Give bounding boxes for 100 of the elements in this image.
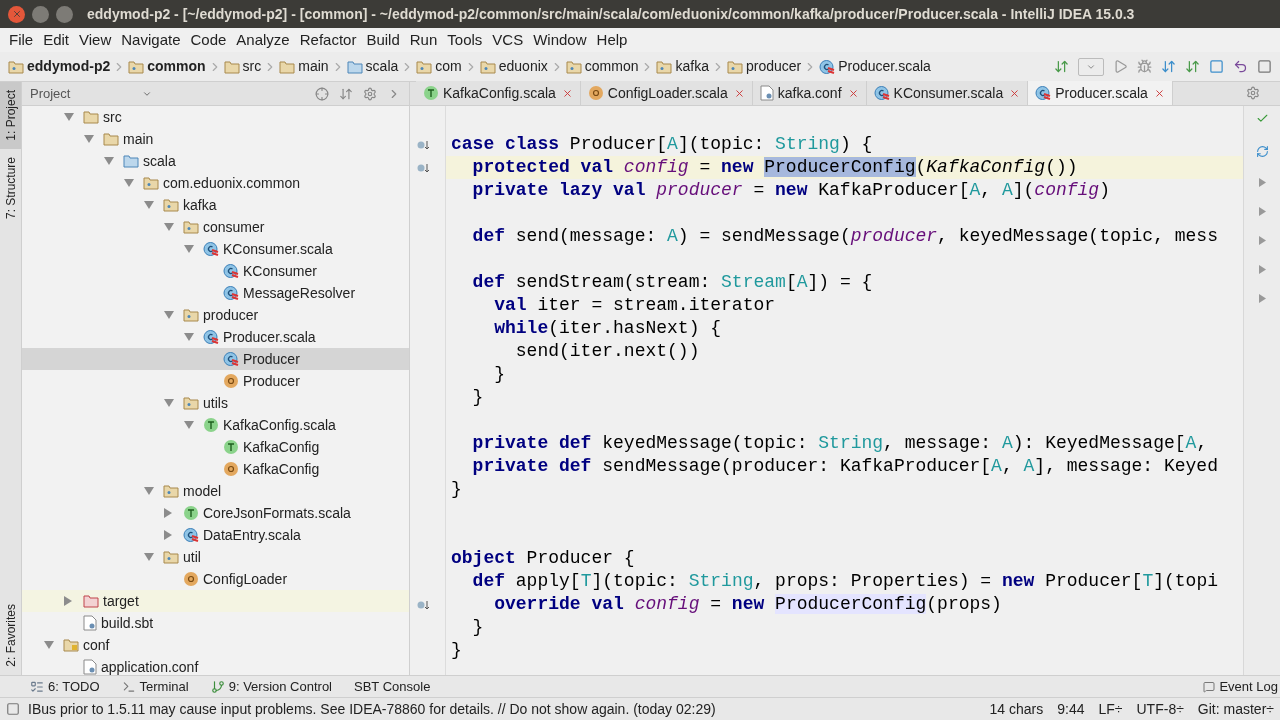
update-icon[interactable] xyxy=(1054,59,1069,74)
close-icon[interactable] xyxy=(847,87,859,99)
breadcrumb[interactable]: src xyxy=(223,56,262,77)
editor-tab[interactable]: ConfigLoader.scala xyxy=(580,81,753,105)
debug-icon[interactable] xyxy=(1137,59,1152,74)
tree-item[interactable]: target xyxy=(22,590,409,612)
expanded-arrow-icon[interactable] xyxy=(104,157,114,165)
close-button[interactable] xyxy=(8,5,25,23)
menu-item[interactable]: Run xyxy=(404,28,443,52)
tree-item[interactable]: Producer.scala xyxy=(22,326,409,348)
status-icon[interactable] xyxy=(6,702,20,716)
refresh-icon[interactable] xyxy=(1255,145,1269,158)
tool-window-button[interactable]: Terminal xyxy=(121,676,189,697)
gutter-marker-icon[interactable] xyxy=(416,138,430,151)
expand-arrow-icon[interactable] xyxy=(1258,294,1266,303)
settings-icon[interactable] xyxy=(1246,86,1260,100)
expand-arrow-icon[interactable] xyxy=(1258,236,1266,245)
breadcrumb[interactable]: common xyxy=(128,56,206,77)
breadcrumb[interactable]: main xyxy=(279,56,329,77)
breadcrumb[interactable]: scala xyxy=(346,56,399,77)
expanded-arrow-icon[interactable] xyxy=(164,311,174,319)
expand-arrow-icon[interactable] xyxy=(1258,178,1266,187)
tree-item[interactable]: ConfigLoader xyxy=(22,568,409,590)
expanded-arrow-icon[interactable] xyxy=(144,487,154,495)
expanded-arrow-icon[interactable] xyxy=(144,201,154,209)
expanded-arrow-icon[interactable] xyxy=(184,333,194,341)
side-tab[interactable]: 2: Favorites xyxy=(0,596,21,675)
tree-item[interactable]: src xyxy=(22,106,409,128)
menu-item[interactable]: Build xyxy=(361,28,405,52)
breadcrumb[interactable]: common xyxy=(565,56,639,77)
editor-tab[interactable]: Producer.scala xyxy=(1028,81,1173,105)
tree-item[interactable]: utils xyxy=(22,392,409,414)
tree-item[interactable]: KafkaConfig xyxy=(22,436,409,458)
tree-item[interactable]: model xyxy=(22,480,409,502)
menu-item[interactable]: View xyxy=(74,28,117,52)
editor-tab[interactable]: kafka.conf xyxy=(752,81,867,105)
tree-item[interactable]: KafkaConfig.scala xyxy=(22,414,409,436)
breadcrumb[interactable]: kafka xyxy=(656,56,709,77)
close-icon[interactable] xyxy=(733,87,745,99)
status-item[interactable]: 9:44 xyxy=(1057,698,1085,720)
collapsed-arrow-icon[interactable] xyxy=(64,596,72,606)
menu-item[interactable]: Navigate xyxy=(116,28,186,52)
event-log-button[interactable]: Event Log xyxy=(1203,676,1280,697)
revert-icon[interactable] xyxy=(1233,59,1248,74)
tool-window-button[interactable]: SBT Console xyxy=(354,676,431,697)
settings-icon[interactable] xyxy=(363,86,377,101)
menu-item[interactable]: Tools xyxy=(442,28,488,52)
tree-item[interactable]: util xyxy=(22,546,409,568)
tool-window-button[interactable]: 9: Version Control xyxy=(210,676,332,697)
status-item[interactable]: UTF-8÷ xyxy=(1136,698,1184,720)
expanded-arrow-icon[interactable] xyxy=(44,641,54,649)
menu-item[interactable]: Edit xyxy=(38,28,75,52)
tree-item[interactable]: consumer xyxy=(22,216,409,238)
menu-item[interactable]: Help xyxy=(591,28,633,52)
tree-item[interactable]: KafkaConfig xyxy=(22,458,409,480)
side-tab[interactable]: 7: Structure xyxy=(0,148,21,227)
breadcrumb[interactable]: eduonix xyxy=(479,56,548,77)
gutter-marker-icon[interactable] xyxy=(416,598,430,611)
expand-arrow-icon[interactable] xyxy=(1258,207,1266,216)
side-tab[interactable]: 1: Project xyxy=(0,82,21,149)
close-icon[interactable] xyxy=(1153,87,1165,99)
tree-item[interactable]: conf xyxy=(22,634,409,656)
menu-item[interactable]: Refactor xyxy=(294,28,362,52)
tree-item[interactable]: producer xyxy=(22,304,409,326)
tree-item[interactable]: build.sbt xyxy=(22,612,409,634)
tree-item[interactable]: DataEntry.scala xyxy=(22,524,409,546)
tree-item[interactable]: application.conf xyxy=(22,656,409,675)
menu-item[interactable]: Window xyxy=(528,28,592,52)
expand-arrow-icon[interactable] xyxy=(1258,265,1266,274)
menu-item[interactable]: Analyze xyxy=(231,28,295,52)
run-icon[interactable] xyxy=(1113,59,1128,74)
expanded-arrow-icon[interactable] xyxy=(64,113,74,121)
vcs-update-icon[interactable] xyxy=(1161,59,1176,74)
tree-item[interactable]: kafka xyxy=(22,194,409,216)
minimize-button[interactable] xyxy=(32,5,49,23)
gutter-marker-icon[interactable] xyxy=(416,161,430,174)
maximize-button[interactable] xyxy=(56,5,73,23)
close-icon[interactable] xyxy=(561,87,573,99)
vcs-commit-icon[interactable] xyxy=(1185,59,1200,74)
tree-item[interactable]: Producer xyxy=(22,348,409,370)
locate-icon[interactable] xyxy=(315,86,329,101)
tree-item[interactable]: MessageResolver xyxy=(22,282,409,304)
menu-item[interactable]: Code xyxy=(185,28,232,52)
status-item[interactable]: 14 chars xyxy=(989,698,1044,720)
expanded-arrow-icon[interactable] xyxy=(84,135,94,143)
status-item[interactable]: LF÷ xyxy=(1098,698,1123,720)
menu-item[interactable]: VCS xyxy=(487,28,529,52)
close-icon[interactable] xyxy=(1009,87,1021,99)
breadcrumb[interactable]: Producer.scala xyxy=(819,56,931,77)
collapsed-arrow-icon[interactable] xyxy=(164,508,172,518)
status-item[interactable]: Git: master÷ xyxy=(1197,698,1274,720)
expanded-arrow-icon[interactable] xyxy=(144,553,154,561)
expanded-arrow-icon[interactable] xyxy=(184,245,194,253)
collapsed-arrow-icon[interactable] xyxy=(164,530,172,540)
expanded-arrow-icon[interactable] xyxy=(124,179,134,187)
tree-item[interactable]: scala xyxy=(22,150,409,172)
breadcrumb[interactable]: com xyxy=(416,56,462,77)
run-config-dropdown[interactable] xyxy=(1078,57,1104,76)
tree-item[interactable]: Producer xyxy=(22,370,409,392)
tree-item[interactable]: main xyxy=(22,128,409,150)
